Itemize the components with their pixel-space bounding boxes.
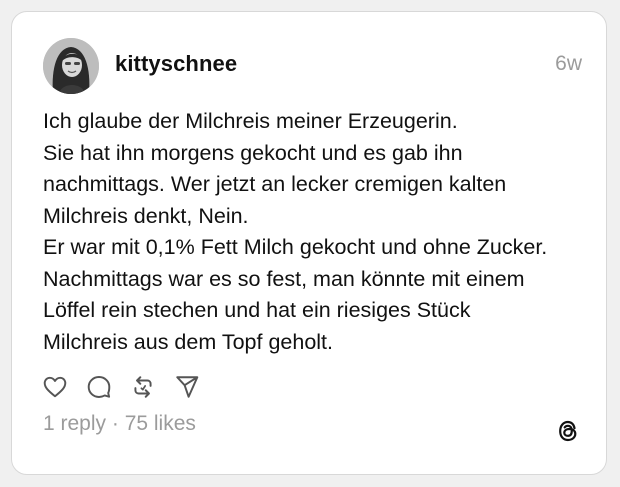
- post-body-line: Nachmittags war es so fest, man könnte m…: [43, 266, 525, 291]
- post-body-line: Sie hat ihn morgens gekocht und es gab i…: [43, 140, 463, 165]
- post-body-line: nachmittags. Wer jetzt an lecker cremige…: [43, 172, 507, 196]
- post-body-line: Milchreis aus dem Topf geholt.: [43, 329, 333, 354]
- post-body-line: Er war mit 0,1% Fett Milch gekocht und o…: [43, 235, 548, 259]
- post-body-line: Löffel rein stechen und hat ein riesiges…: [43, 298, 471, 322]
- post-body: Ich glaube der Milchreis meiner Erzeuger…: [43, 106, 588, 358]
- like-button[interactable]: [40, 372, 70, 402]
- post-timestamp: 6w: [555, 52, 582, 75]
- heart-icon: [43, 376, 67, 398]
- post-body-line: Milchreis denkt, Nein.: [43, 203, 249, 228]
- avatar-image: [43, 38, 99, 94]
- avatar[interactable]: [43, 38, 99, 94]
- post-body-line: Ich glaube der Milchreis meiner Erzeuger…: [43, 109, 458, 133]
- post-stats[interactable]: 1 reply · 75 likes: [43, 412, 196, 436]
- username[interactable]: kittyschnee: [115, 51, 237, 77]
- reply-button[interactable]: [84, 372, 114, 402]
- send-icon: [176, 376, 199, 398]
- share-button[interactable]: [172, 372, 202, 402]
- repost-button[interactable]: [128, 372, 158, 402]
- repost-icon: [134, 376, 152, 398]
- threads-logo-icon: [559, 420, 577, 442]
- comment-icon: [87, 376, 111, 398]
- post-card: kittyschnee 6w Ich glaube der Milchreis …: [11, 11, 607, 475]
- action-bar: [40, 372, 202, 402]
